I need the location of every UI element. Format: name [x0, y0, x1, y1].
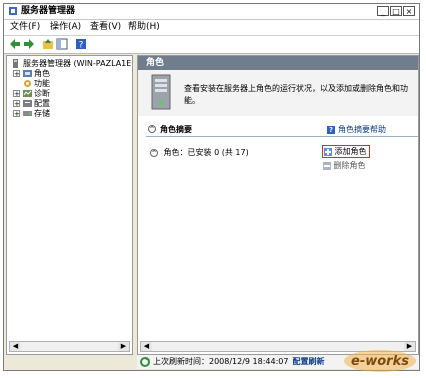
server-icon [13, 59, 18, 68]
roles-icon [23, 70, 32, 77]
section-title: 角色摘要 [160, 125, 192, 134]
tree-item-label: 配置 [34, 99, 50, 108]
roles-summary-help-link[interactable]: ? 角色摘要帮助 [327, 124, 386, 135]
add-role-icon [324, 147, 332, 156]
back-arrow-icon[interactable] [9, 38, 21, 50]
add-roles-label: 添加角色 [334, 147, 367, 156]
remove-roles-button[interactable]: 删除角色 [323, 160, 366, 171]
remove-roles-label: 删除角色 [333, 161, 366, 170]
forward-arrow-icon[interactable] [23, 38, 35, 50]
menu-bar: 文件(F) 操作(A) 查看(V) 帮助(H) [4, 20, 419, 36]
navigation-tree: 服务器管理器 (WIN-PAZLA1E0XB + 角色 功能 + 诊断 + 配置… [6, 55, 133, 355]
roles-summary-header: ^ 角色摘要 ? 角色摘要帮助 [146, 123, 418, 137]
scroll-left-icon[interactable]: ◀ [10, 342, 21, 351]
expand-icon[interactable]: + [13, 70, 20, 78]
scroll-left-icon[interactable]: ◀ [141, 342, 152, 351]
features-icon [24, 80, 31, 87]
menu-action[interactable]: 操作(A) [50, 22, 81, 33]
expand-icon[interactable]: + [13, 110, 20, 118]
content-pane: 角色 查看安装在服务器上角色的运行状况，以及添加或删除角色和功能。 ^ 角色摘要… [137, 55, 419, 355]
close-button[interactable]: × [403, 6, 415, 16]
server-tower-icon [151, 74, 171, 110]
roles-description: 查看安装在服务器上角色的运行状况，以及添加或删除角色和功能。 [184, 84, 408, 105]
collapse-icon[interactable]: ^ [148, 125, 156, 133]
window-title: 服务器管理器 [21, 6, 76, 16]
toolbar: ? [4, 36, 419, 54]
configure-refresh-link[interactable]: 配置刷新 [293, 357, 325, 366]
tree-root-label: 服务器管理器 (WIN-PAZLA1E0XB [23, 59, 132, 68]
refresh-icon[interactable] [140, 357, 150, 367]
tree-item-label: 功能 [34, 79, 50, 88]
e-works-watermark: e-works [344, 350, 416, 372]
menu-view[interactable]: 查看(V) [90, 22, 121, 33]
help-icon[interactable]: ? [75, 38, 87, 50]
last-refresh: 上次刷新时间：2008/12/9 18:44:07 配置刷新 [153, 355, 325, 369]
maximize-button[interactable]: □ [390, 6, 402, 16]
svg-text:e-works: e-works [351, 354, 409, 369]
help-link-label: 角色摘要帮助 [338, 125, 386, 134]
collapse-icon[interactable]: ^ [150, 148, 158, 157]
show-hide-tree-icon[interactable] [56, 38, 68, 50]
roles-status-label: 角色：已安装 0 (共 17) [163, 148, 249, 157]
tree-item-label: 角色 [34, 69, 50, 78]
menu-file[interactable]: 文件(F) [10, 22, 40, 33]
content-header: 角色 [138, 56, 418, 70]
expand-icon[interactable]: + [13, 90, 20, 98]
svg-text:?: ? [79, 41, 84, 51]
up-folder-icon[interactable] [42, 38, 54, 50]
roles-status: ^ 角色：已安装 0 (共 17) [150, 147, 249, 158]
remove-role-icon [323, 161, 331, 170]
expand-icon[interactable]: + [13, 100, 20, 108]
roles-banner: 查看安装在服务器上角色的运行状况，以及添加或删除角色和功能。 [138, 70, 418, 116]
configuration-icon [23, 100, 32, 107]
menu-help[interactable]: 帮助(H) [128, 22, 160, 33]
tree-item-label: 存储 [34, 109, 50, 118]
tree-horizontal-scrollbar[interactable]: ◀ ▶ [9, 341, 130, 352]
diagnostics-icon [23, 90, 32, 97]
add-roles-button[interactable]: 添加角色 [322, 145, 370, 158]
title-bar: 服务器管理器 _ □ × [4, 4, 419, 20]
server-manager-icon [9, 7, 17, 15]
last-refresh-label: 上次刷新时间：2008/12/9 18:44:07 [153, 357, 289, 366]
scroll-right-icon[interactable]: ▶ [118, 342, 129, 351]
server-manager-window: 服务器管理器 _ □ × 文件(F) 操作(A) 查看(V) 帮助(H) ? 服… [3, 3, 420, 371]
tree-item-label: 诊断 [34, 89, 50, 98]
minimize-button[interactable]: _ [377, 6, 389, 16]
help-icon: ? [327, 125, 335, 134]
storage-icon [23, 111, 32, 116]
